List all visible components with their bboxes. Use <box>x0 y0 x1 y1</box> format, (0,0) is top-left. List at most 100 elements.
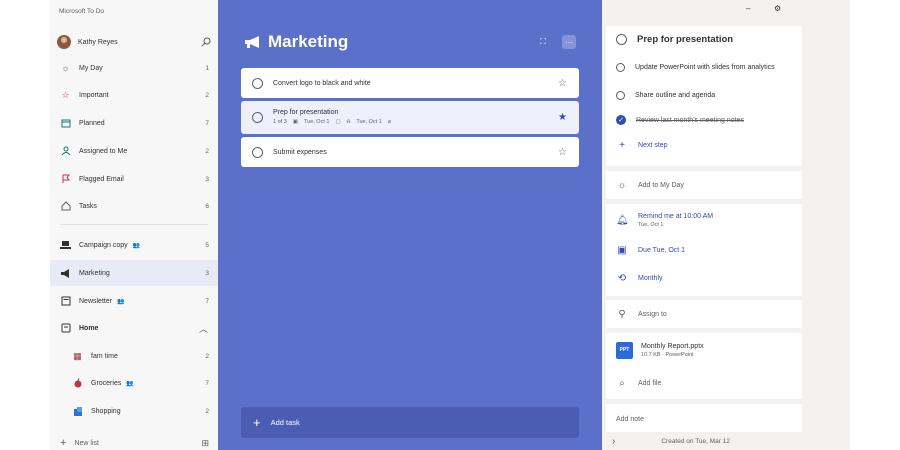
add-my-day-row[interactable]: ☼ Add to My Day <box>606 177 802 193</box>
paperclip-icon: ⌕ <box>619 377 625 389</box>
attachment-row[interactable]: PPT Monthly Report.pptx 10.7 KB · PowerP… <box>606 339 802 361</box>
family-icon: ▦ <box>73 350 82 361</box>
sidebar-item-planned[interactable]: Planned 7 <box>50 110 218 136</box>
user-name: Kathy Reyes <box>78 38 118 46</box>
sidebar-item-label: Tasks <box>79 202 97 210</box>
reminder-label: Remind me at 10:00 AM <box>638 212 714 220</box>
add-task-label: Add task <box>270 418 300 427</box>
step-checkbox[interactable] <box>616 90 625 100</box>
sidebar-item-tasks[interactable]: Tasks 6 <box>50 193 218 219</box>
group-label: Home <box>79 324 99 332</box>
sidebar-item-label: Important <box>79 91 109 99</box>
new-list-label: New list <box>74 439 99 447</box>
star-icon[interactable]: ☆ <box>558 78 567 89</box>
sidebar-item-label: Marketing <box>79 269 110 277</box>
plus-icon: + <box>253 415 261 430</box>
detail-title[interactable]: Prep for presentation <box>637 34 733 45</box>
note-icon: ▢ <box>335 119 341 125</box>
due-row[interactable]: ▣ Due Tue, Oct 1 <box>606 242 802 258</box>
star-icon[interactable]: ☆ <box>558 147 567 158</box>
add-file-label: Add file <box>638 379 662 387</box>
sidebar-divider <box>60 224 208 225</box>
sidebar-item-label: fam time <box>91 352 118 360</box>
list-title: Marketing <box>268 32 349 51</box>
step-item-done[interactable]: ✓ Review last month's meeting notes <box>606 113 802 127</box>
task-list-pane: Marketing ⛶ ··· Convert logo to black an… <box>218 0 602 450</box>
check-icon[interactable]: ✓ <box>616 115 626 125</box>
group-home[interactable]: Home ︿ <box>50 315 218 341</box>
more-icon: ··· <box>565 37 573 47</box>
person-icon <box>60 146 71 157</box>
sidebar-item-groceries[interactable]: Groceries 👥 7 <box>50 370 218 396</box>
next-step-button[interactable]: + Next step <box>606 137 802 153</box>
sidebar-item-count: 2 <box>205 147 209 155</box>
chevron-up-icon[interactable]: ︿ <box>199 322 208 335</box>
my-day-card[interactable]: ☼ Add to My Day <box>606 171 802 199</box>
sidebar-item-label: Campaign copy <box>79 241 128 249</box>
reminder-row[interactable]: 🔔︎ Remind me at 10:00 AM Tue, Oct 1 <box>606 208 802 232</box>
sidebar-item-marketing[interactable]: Marketing 3 <box>50 260 218 286</box>
add-file-row[interactable]: ⌕ Add file <box>606 375 802 391</box>
sidebar-item-label: My Day <box>79 64 103 72</box>
sidebar-item-assigned[interactable]: Assigned to Me 2 <box>50 138 218 164</box>
step-progress: 1 of 3 <box>273 119 287 125</box>
due-date: Tue, Oct 1 <box>303 119 330 125</box>
account-row[interactable]: Kathy Reyes <box>57 34 213 50</box>
maximize-icon[interactable]: ⚙ <box>774 4 781 13</box>
complete-checkbox[interactable] <box>252 146 263 158</box>
chevron-right-icon[interactable]: › <box>612 436 615 447</box>
sidebar-item-flagged[interactable]: Flagged Email 3 <box>50 166 218 192</box>
calendar-icon: ▣ <box>617 244 627 256</box>
sidebar-item-newsletter[interactable]: Newsletter 👥 7 <box>50 288 218 314</box>
person-add-icon: ⛶ <box>540 37 546 46</box>
minimize-icon[interactable]: – <box>746 4 750 13</box>
task-detail-pane: – ⚙ Prep for presentation Update PowerPo… <box>602 0 850 450</box>
search-icon[interactable] <box>201 37 211 47</box>
complete-checkbox[interactable] <box>616 33 627 45</box>
new-group-icon[interactable]: ⊞ <box>201 438 209 449</box>
assign-row[interactable]: ⚲ Assign to <box>606 306 802 322</box>
task-item-selected[interactable]: Prep for presentation 1 of 3 ▣ Tue, Oct … <box>241 101 579 134</box>
assign-label: Assign to <box>638 310 667 318</box>
files-card: PPT Monthly Report.pptx 10.7 KB · PowerP… <box>606 333 802 399</box>
step-item[interactable]: Update PowerPoint with slides from analy… <box>606 56 802 78</box>
add-note-field[interactable]: Add note <box>606 412 802 426</box>
step-checkbox[interactable] <box>616 62 625 72</box>
task-item[interactable]: Submit expenses ☆ <box>241 137 579 167</box>
detail-title-row: Prep for presentation <box>606 30 802 48</box>
sidebar-item-count: 7 <box>205 379 209 387</box>
sidebar-item-count: 6 <box>205 202 209 210</box>
sun-icon: ☼ <box>617 179 627 191</box>
home-icon <box>60 201 71 212</box>
more-options-button[interactable]: ··· <box>562 35 576 49</box>
sidebar-item-fam-time[interactable]: ▦ fam time 2 <box>50 343 218 369</box>
sidebar-item-count: 7 <box>205 297 209 305</box>
sidebar-item-my-day[interactable]: ☼ My Day 1 <box>50 55 218 81</box>
sidebar-item-label: Shopping <box>91 407 121 415</box>
sidebar-item-count: 2 <box>205 91 209 99</box>
sidebar-item-important[interactable]: ☆ Important 2 <box>50 82 218 108</box>
star-filled-icon[interactable]: ★ <box>558 112 567 123</box>
avatar <box>57 35 71 49</box>
sidebar-item-label: Newsletter <box>79 297 113 305</box>
repeat-icon: ⟲ <box>617 272 627 284</box>
new-list-button[interactable]: + New list ⊞ <box>50 436 218 450</box>
add-task-input[interactable]: + Add task <box>241 407 579 438</box>
assign-card[interactable]: ⚲ Assign to <box>606 300 802 328</box>
person-add-icon: ⚲ <box>618 308 626 320</box>
task-title: Prep for presentation <box>273 109 339 116</box>
sidebar: Microsoft To Do Kathy Reyes ☼ My Day 1 ☆… <box>50 0 218 450</box>
sidebar-item-campaign-copy[interactable]: Campaign copy 👥 5 <box>50 232 218 258</box>
complete-checkbox[interactable] <box>252 77 263 89</box>
share-list-button[interactable]: ⛶ <box>536 35 550 49</box>
sidebar-item-label: Flagged Email <box>79 175 124 183</box>
repeat-row[interactable]: ⟲ Monthly <box>606 270 802 286</box>
sidebar-item-count: 7 <box>205 119 209 127</box>
sidebar-item-shopping[interactable]: Shopping 2 <box>50 398 218 424</box>
dates-card: 🔔︎ Remind me at 10:00 AM Tue, Oct 1 ▣ Du… <box>606 204 802 296</box>
step-item[interactable]: Share outline and agenda <box>606 88 802 102</box>
note-card[interactable]: Add note <box>606 404 802 432</box>
complete-checkbox[interactable] <box>252 112 263 123</box>
task-item[interactable]: Convert logo to black and white ☆ <box>241 68 579 98</box>
newspaper-icon <box>60 296 71 307</box>
